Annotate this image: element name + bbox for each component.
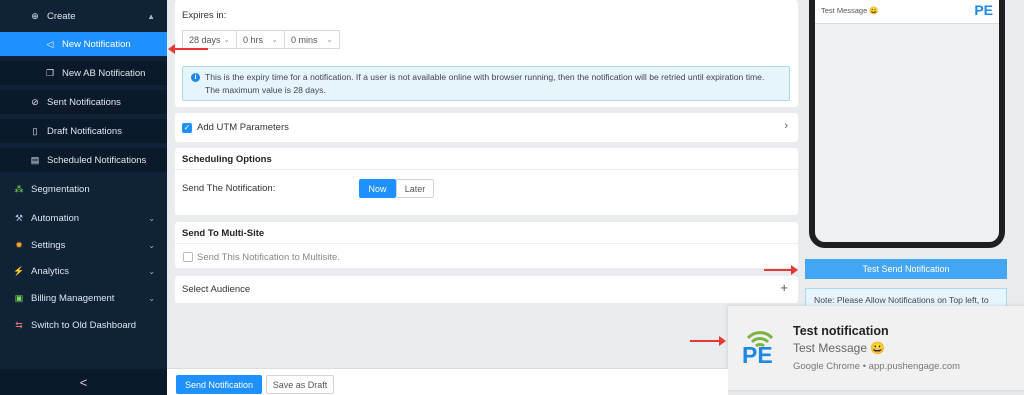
sidebar-item-new-ab-notification[interactable]: ❐ New AB Notification bbox=[0, 61, 167, 85]
sidebar-item-label: Create bbox=[47, 10, 76, 22]
annotation-arrow bbox=[764, 265, 798, 275]
send-notification-label: Send The Notification: bbox=[182, 183, 276, 194]
sidebar-item-switch-old-dashboard[interactable]: ⇆ Switch to Old Dashboard bbox=[0, 313, 167, 337]
info-icon: i bbox=[191, 73, 200, 82]
test-send-notification-button[interactable]: Test Send Notification bbox=[805, 259, 1007, 279]
chevron-down-icon: ⌄ bbox=[271, 35, 278, 44]
toast-message: Test Message 😀 bbox=[793, 341, 886, 355]
sidebar-item-label: Settings bbox=[31, 239, 66, 251]
sidebar-item-label: Billing Management bbox=[31, 292, 115, 304]
sidebar-item-sent-notifications[interactable]: ⊘ Sent Notifications bbox=[0, 90, 167, 114]
preview-message: Test Message 😀 bbox=[821, 6, 879, 15]
automation-icon: ⚒ bbox=[14, 212, 24, 223]
plus-icon[interactable]: + bbox=[780, 280, 788, 295]
later-button[interactable]: Later bbox=[396, 179, 434, 198]
save-as-draft-button[interactable]: Save as Draft bbox=[266, 375, 334, 394]
sidebar-item-label: Segmentation bbox=[31, 183, 90, 195]
file-icon: ▯ bbox=[32, 125, 38, 136]
sidebar-item-billing-management[interactable]: ▣ Billing Management ⌄ bbox=[0, 286, 167, 310]
sidebar-item-label: Scheduled Notifications bbox=[47, 154, 147, 166]
sidebar-item-label: Analytics bbox=[31, 265, 70, 277]
plus-circle-icon: ⊕ bbox=[31, 10, 39, 21]
pushengage-logo-icon: PE bbox=[974, 2, 993, 18]
sidebar-item-analytics[interactable]: ⚡ Analytics ⌄ bbox=[0, 259, 167, 283]
chevron-down-icon: ⌄ bbox=[148, 240, 155, 250]
scheduling-title: Scheduling Options bbox=[182, 154, 272, 165]
sidebar-item-label: Switch to Old Dashboard bbox=[31, 319, 137, 331]
expiry-info-text: This is the expiry time for a notificati… bbox=[205, 72, 765, 95]
pushengage-logo-icon: PE bbox=[740, 324, 780, 368]
chevron-down-icon: ⌄ bbox=[148, 293, 155, 303]
now-button[interactable]: Now bbox=[359, 179, 396, 198]
annotation-arrow bbox=[690, 336, 726, 346]
expiry-card: Expires in: 28 days ⌄ 0 hrs ⌄ 0 mins ⌄ i… bbox=[175, 0, 798, 107]
preview-notification: Test Message 😀 PE bbox=[815, 0, 999, 24]
expiry-days-value: 28 days bbox=[189, 34, 221, 45]
calendar-icon: ▤ bbox=[30, 154, 40, 165]
sidebar-item-label: Sent Notifications bbox=[47, 96, 121, 108]
sidebar-item-label: New AB Notification bbox=[62, 67, 146, 79]
chevron-up-icon: ▲ bbox=[147, 11, 155, 21]
chevron-left-icon: < bbox=[79, 374, 88, 390]
expiry-mins-select[interactable]: 0 mins ⌄ bbox=[284, 30, 340, 49]
segment-icon: ⁂ bbox=[14, 183, 24, 194]
logo-text: PE bbox=[742, 342, 773, 368]
gear-icon: ✹ bbox=[15, 239, 23, 250]
expiry-hrs-value: 0 hrs bbox=[243, 34, 264, 45]
sidebar-item-create[interactable]: ⊕ Create ▲ bbox=[0, 4, 167, 28]
sidebar-item-label: New Notification bbox=[62, 38, 131, 50]
toast-title: Test notification bbox=[793, 324, 889, 338]
sidebar-item-settings[interactable]: ✹ Settings ⌄ bbox=[0, 233, 167, 257]
expires-in-label: Expires in: bbox=[182, 10, 227, 21]
copy-icon: ❐ bbox=[45, 67, 55, 78]
main-content: Expires in: 28 days ⌄ 0 hrs ⌄ 0 mins ⌄ i… bbox=[167, 0, 805, 395]
sidebar-item-automation[interactable]: ⚒ Automation ⌄ bbox=[0, 206, 167, 230]
chrome-notification-toast[interactable]: PE Test notification Test Message 😀 Goog… bbox=[728, 306, 1024, 390]
chevron-down-icon: ⌄ bbox=[148, 213, 155, 223]
multisite-card: Send To Multi-Site Send This Notificatio… bbox=[175, 222, 798, 268]
multisite-checkbox[interactable] bbox=[183, 252, 193, 262]
expiry-hrs-select[interactable]: 0 hrs ⌄ bbox=[236, 30, 285, 49]
sidebar-item-label: Draft Notifications bbox=[47, 125, 122, 137]
toast-source: Google Chrome • app.pushengage.com bbox=[793, 361, 961, 372]
chevron-right-icon[interactable]: › bbox=[784, 120, 788, 132]
select-audience-label: Select Audience bbox=[182, 284, 251, 295]
sidebar-item-scheduled-notifications[interactable]: ▤ Scheduled Notifications bbox=[0, 148, 167, 172]
sidebar-item-label: Automation bbox=[31, 212, 80, 224]
annotation-arrow bbox=[168, 44, 208, 54]
expiry-info-box: i This is the expiry time for a notifica… bbox=[182, 66, 790, 101]
action-footer: Send Notification Save as Draft bbox=[167, 368, 728, 395]
sidebar-collapse-button[interactable]: < bbox=[0, 369, 167, 395]
billing-icon: ▣ bbox=[14, 292, 24, 303]
expiry-days-select[interactable]: 28 days ⌄ bbox=[182, 30, 237, 49]
utm-checkbox[interactable]: ✓ bbox=[182, 123, 192, 133]
chevron-down-icon: ⌄ bbox=[148, 266, 155, 276]
send-notification-button[interactable]: Send Notification bbox=[176, 375, 262, 394]
expiry-mins-value: 0 mins bbox=[291, 34, 318, 45]
chevron-down-icon: ⌄ bbox=[326, 35, 333, 44]
sidebar-item-draft-notifications[interactable]: ▯ Draft Notifications bbox=[0, 119, 167, 143]
utm-label: Add UTM Parameters bbox=[197, 122, 289, 133]
switch-icon: ⇆ bbox=[15, 319, 23, 330]
sidebar: ⊕ Create ▲ ◁ New Notification ❐ New AB N… bbox=[0, 0, 167, 395]
audience-card[interactable]: Select Audience + bbox=[175, 276, 798, 303]
divider bbox=[175, 169, 798, 170]
check-circle-icon: ⊘ bbox=[31, 96, 39, 107]
phone-preview: Test Message 😀 PE bbox=[809, 0, 1005, 248]
divider bbox=[175, 243, 798, 244]
megaphone-icon: ◁ bbox=[46, 38, 54, 49]
multisite-title: Send To Multi-Site bbox=[182, 228, 265, 239]
scheduling-card: Scheduling Options Send The Notification… bbox=[175, 148, 798, 215]
utm-card[interactable]: ✓ Add UTM Parameters › bbox=[175, 113, 798, 142]
chevron-down-icon: ⌄ bbox=[223, 35, 230, 44]
multisite-checkbox-label: Send This Notification to Multisite. bbox=[197, 252, 340, 263]
analytics-icon: ⚡ bbox=[13, 265, 25, 276]
sidebar-item-new-notification[interactable]: ◁ New Notification bbox=[0, 32, 167, 56]
sidebar-item-segmentation[interactable]: ⁂ Segmentation bbox=[0, 177, 167, 201]
